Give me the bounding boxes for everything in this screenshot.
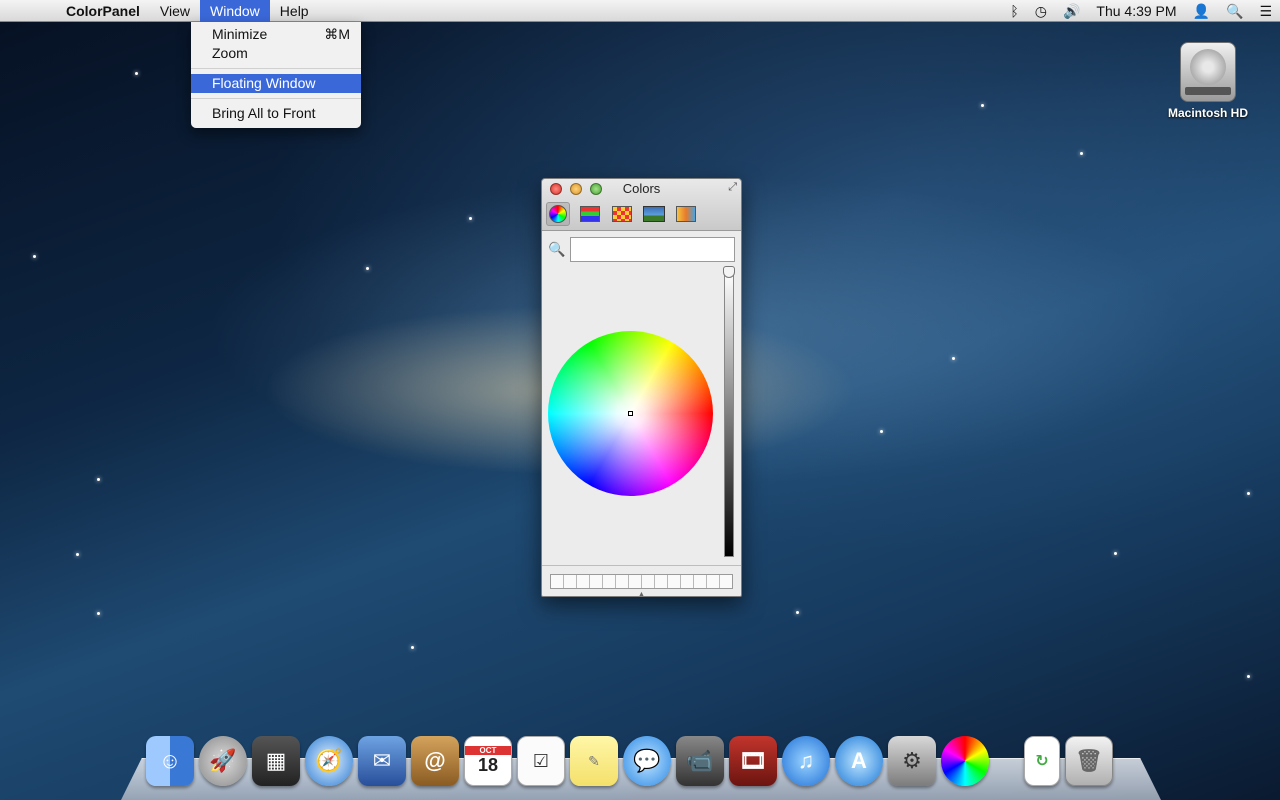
- volume-icon[interactable]: 🔊: [1055, 0, 1088, 22]
- crayons-icon: [676, 206, 696, 222]
- fullscreen-icon[interactable]: ⤢: [728, 181, 737, 194]
- colorpanel-app-icon[interactable]: [941, 736, 989, 786]
- image-palettes-tab[interactable]: [642, 202, 666, 226]
- app-store-icon[interactable]: A: [835, 736, 883, 786]
- facetime-icon[interactable]: 📹: [676, 736, 724, 786]
- document-icon[interactable]: ↻: [1024, 736, 1060, 786]
- mail-icon[interactable]: ✉: [358, 736, 406, 786]
- system-preferences-icon[interactable]: ⚙: [888, 736, 936, 786]
- image-palettes-icon: [643, 206, 665, 222]
- menu-item-zoom[interactable]: Zoom: [191, 44, 361, 63]
- menu-item-label: Bring All to Front: [212, 105, 316, 121]
- notification-center-icon[interactable]: ☰: [1251, 0, 1280, 22]
- menu-window[interactable]: Window: [200, 0, 270, 22]
- contacts-icon[interactable]: @: [411, 736, 459, 786]
- notes-icon[interactable]: ✎: [570, 736, 618, 786]
- safari-icon[interactable]: 🧭: [305, 736, 353, 786]
- menu-item-label: Floating Window: [212, 75, 316, 91]
- hard-drive-icon: [1180, 42, 1236, 102]
- user-icon[interactable]: 👤: [1185, 0, 1218, 22]
- crayons-tab[interactable]: [674, 202, 698, 226]
- desktop-drive[interactable]: Macintosh HD: [1160, 42, 1256, 120]
- trash-icon[interactable]: 🗑: [1065, 736, 1113, 786]
- time-machine-icon[interactable]: ◷: [1027, 0, 1055, 22]
- menu-help[interactable]: Help: [270, 0, 319, 22]
- itunes-icon[interactable]: ♫: [782, 736, 830, 786]
- colors-panel: Colors ⤢ 🔍 ▲: [541, 178, 742, 598]
- menu-item-minimize[interactable]: Minimize ⌘M: [191, 25, 361, 44]
- brightness-slider-track[interactable]: [724, 271, 734, 557]
- window-menu-dropdown: Minimize ⌘M Zoom Floating Window Bring A…: [191, 22, 361, 128]
- panel-title: Colors: [622, 181, 661, 196]
- launchpad-icon[interactable]: 🚀: [199, 736, 247, 786]
- search-icon: 🔍: [548, 241, 566, 257]
- app-menu[interactable]: ColorPanel: [56, 0, 150, 22]
- color-sliders-icon: [580, 206, 600, 222]
- menu-item-shortcut: ⌘M: [324, 26, 350, 42]
- resize-grip-icon[interactable]: ▲: [638, 591, 645, 598]
- color-wheel[interactable]: [548, 331, 713, 496]
- reminders-icon[interactable]: ☑: [517, 736, 565, 786]
- calendar-day: 18: [477, 755, 499, 775]
- menu-separator: [191, 98, 361, 99]
- calendar-month: OCT: [465, 746, 511, 755]
- bluetooth-icon[interactable]: ᛒ: [1002, 0, 1026, 22]
- color-wheel-icon: [549, 205, 567, 223]
- menu-item-label: Zoom: [212, 45, 248, 61]
- menu-separator: [191, 68, 361, 69]
- photo-booth-icon[interactable]: 🎞: [729, 736, 777, 786]
- clock[interactable]: Thu 4:39 PM: [1088, 0, 1184, 22]
- panel-titlebar[interactable]: Colors ⤢: [542, 179, 741, 231]
- menu-item-floating-window[interactable]: Floating Window: [191, 74, 361, 93]
- color-sliders-tab[interactable]: [578, 202, 602, 226]
- color-wheel-selector[interactable]: [628, 411, 633, 416]
- color-palettes-tab[interactable]: [610, 202, 634, 226]
- color-swatches[interactable]: [550, 574, 733, 589]
- spotlight-search-icon[interactable]: 🔍: [1218, 0, 1251, 22]
- finder-icon[interactable]: ☺: [146, 736, 194, 786]
- color-palettes-icon: [612, 206, 632, 222]
- brightness-slider-knob[interactable]: [723, 266, 735, 278]
- swatch-area: ▲: [542, 565, 741, 598]
- color-search-input[interactable]: [570, 237, 735, 262]
- status-area: ᛒ ◷ 🔊 Thu 4:39 PM 👤 🔍 ☰: [1002, 0, 1280, 22]
- color-mode-toolbar: [546, 202, 698, 226]
- drive-label: Macintosh HD: [1167, 106, 1248, 120]
- color-wheel-tab[interactable]: [546, 202, 570, 226]
- menu-view[interactable]: View: [150, 0, 200, 22]
- menu-bar: ColorPanel View Window Help ᛒ ◷ 🔊 Thu 4:…: [0, 0, 1280, 22]
- messages-icon[interactable]: 💬: [623, 736, 671, 786]
- menu-item-bring-all-to-front[interactable]: Bring All to Front: [191, 104, 361, 123]
- color-search-row: 🔍: [548, 237, 735, 262]
- menu-item-label: Minimize: [212, 26, 268, 42]
- dock-icons: ☺ 🚀 ▦ 🧭 ✉ @ OCT 18 ☑ ✎ 💬 📹 🎞 ♫ A ⚙ ↻ 🗑: [146, 736, 1113, 786]
- calendar-icon[interactable]: OCT 18: [464, 736, 512, 786]
- mission-control-icon[interactable]: ▦: [252, 736, 300, 786]
